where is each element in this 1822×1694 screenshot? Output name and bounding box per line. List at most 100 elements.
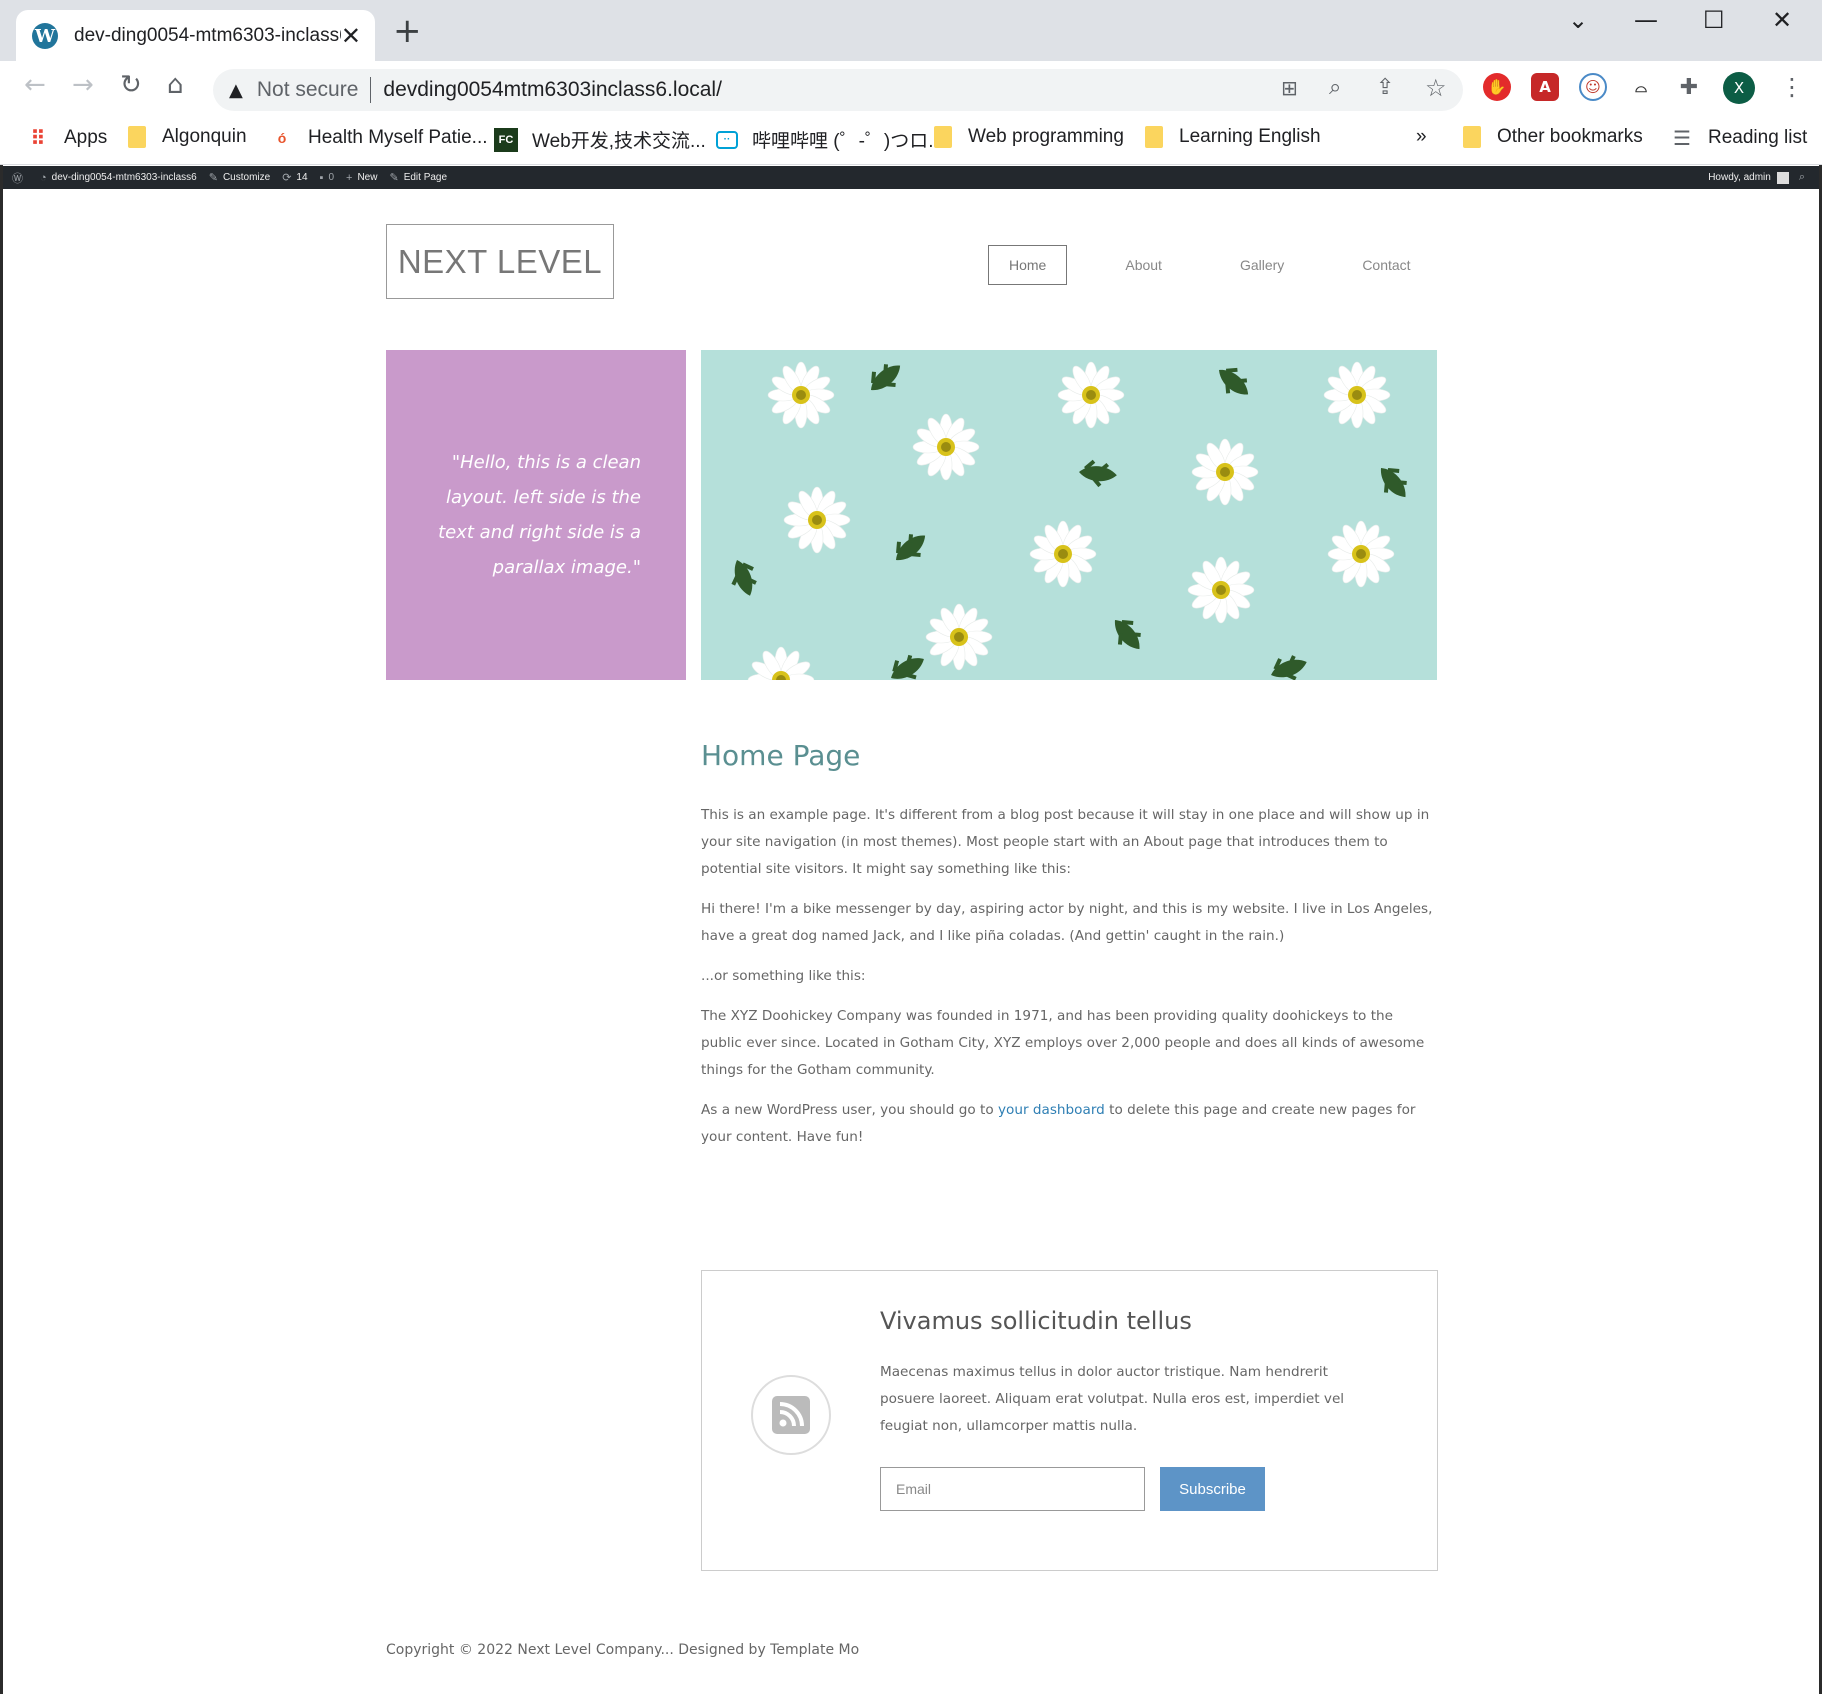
nav-contact[interactable]: Contact (1342, 245, 1430, 285)
reading-list[interactable]: ☰ Reading list (1670, 126, 1807, 150)
overflow-label: » (1416, 126, 1427, 147)
edit-page-link[interactable]: ✎ Edit Page (389, 171, 447, 184)
reload-icon[interactable]: ↻ (120, 70, 142, 100)
forward-icon[interactable]: → (72, 70, 94, 100)
tab-close-icon[interactable]: ✕ (341, 24, 361, 48)
reading-list-label: Reading list (1708, 127, 1808, 148)
content-paragraph: As a new WordPress user, you should go t… (701, 1097, 1436, 1151)
browser-tabstrip: W dev-ding0054-mtm6303-inclass6 ✕ + ⌄ — … (0, 0, 1822, 62)
rss-icon (751, 1375, 831, 1455)
back-icon[interactable]: ← (24, 70, 46, 100)
content-paragraph: Hi there! I'm a bike messenger by day, a… (701, 901, 1433, 944)
security-label[interactable]: Not secure (257, 78, 359, 102)
bookmark-label: Algonquin (162, 126, 247, 147)
site-logo[interactable]: NEXT LEVEL (386, 224, 614, 299)
edit-page-label: Edit Page (403, 172, 448, 183)
customize-label: Customize (222, 172, 271, 183)
other-bookmarks-label: Other bookmarks (1497, 126, 1643, 147)
bookmark-apps[interactable]: ⠿ Apps (26, 126, 108, 150)
address-bar[interactable]: ▲ Not secure devding0054mtm6303inclass6.… (213, 69, 1463, 111)
updates-link[interactable]: ⟳ 14 (282, 171, 307, 184)
bookmarks-bar: ⠿ Apps Algonquin ó Health Myself Patie..… (0, 118, 1822, 165)
new-content-menu[interactable]: + New (346, 172, 377, 184)
translate-icon[interactable]: ⊞ (1281, 78, 1298, 98)
bookmark-label: Apps (64, 127, 108, 148)
reading-list-icon: ☰ (1673, 127, 1691, 150)
pencil-icon: ✎ (389, 172, 399, 184)
bookmark-label: Health Myself Patie... (308, 127, 488, 148)
acrobat-icon[interactable]: A (1531, 73, 1559, 101)
bookmark-web-dev[interactable]: FC Web开发,技术交流... (494, 126, 706, 153)
bookmark-bilibili[interactable]: ·· 哔哩哔哩 (゜-゜)つロ... (716, 126, 944, 153)
page-title: Home Page (701, 739, 861, 772)
share-icon[interactable]: ⇪ (1376, 77, 1394, 99)
bilibili-icon: ·· (716, 130, 738, 149)
bookmark-star-icon[interactable]: ☆ (1425, 76, 1447, 100)
hero-parallax-image (701, 350, 1437, 680)
rss-glyph (772, 1396, 810, 1434)
updates-icon: ⟳ (282, 172, 292, 184)
bookmark-algonquin[interactable]: Algonquin (128, 126, 247, 148)
profile-avatar[interactable]: X (1723, 72, 1755, 104)
bookmark-learning-english[interactable]: Learning English (1145, 126, 1321, 148)
window-close-icon[interactable]: ✕ (1772, 6, 1792, 34)
folder-icon (934, 126, 952, 148)
site-name-menu[interactable]: ◔ dev-ding0054-mtm6303-inclass6 (40, 172, 197, 184)
new-tab-icon[interactable]: + (393, 14, 422, 48)
wordpress-icon: Ⓦ (12, 172, 23, 185)
url-text[interactable]: devding0054mtm6303inclass6.local/ (383, 78, 722, 102)
other-bookmarks[interactable]: Other bookmarks (1463, 126, 1643, 148)
nav-about[interactable]: About (1105, 245, 1182, 285)
bookmark-label: Web programming (968, 126, 1124, 147)
bookmarks-overflow-button[interactable]: » (1416, 126, 1427, 148)
fc-icon: FC (494, 127, 518, 152)
folder-icon (1145, 126, 1163, 148)
email-field[interactable] (880, 1467, 1145, 1511)
address-separator (370, 77, 372, 103)
dashboard-link[interactable]: your dashboard (998, 1102, 1105, 1118)
content-paragraph: ...or something like this: (701, 968, 866, 984)
main-nav: Home About Gallery Contact (988, 245, 1469, 285)
subscribe-widget: Vivamus sollicitudin tellus Maecenas max… (701, 1270, 1438, 1571)
comments-count: 0 (328, 172, 335, 183)
content-paragraph: This is an example page. It's different … (701, 807, 1430, 877)
text-run: As a new WordPress user, you should go t… (701, 1102, 998, 1118)
plus-icon: + (346, 171, 353, 184)
content-paragraph: The XYZ Doohickey Company was founded in… (701, 1008, 1425, 1078)
subscribe-description: Maecenas maximus tellus in dolor auctor … (880, 1364, 1345, 1434)
extension-face-icon[interactable]: ☺ (1579, 73, 1607, 101)
wp-logo-menu[interactable]: Ⓦ (12, 170, 28, 186)
bookmark-health[interactable]: ó Health Myself Patie... (270, 126, 488, 150)
tab-search-icon[interactable]: ⌄ (1568, 6, 1588, 34)
subscribe-button[interactable]: Subscribe (1160, 1467, 1265, 1511)
comment-icon: ▪ (319, 171, 324, 184)
nav-home[interactable]: Home (988, 245, 1068, 285)
howdy-account-menu[interactable]: Howdy, admin (1708, 172, 1771, 183)
adblock-icon[interactable]: ✋ (1483, 73, 1511, 101)
customize-link[interactable]: ✎ Customize (209, 171, 270, 184)
home-icon[interactable]: ⌂ (167, 70, 184, 100)
zoom-icon[interactable]: ⌕ (1329, 77, 1341, 99)
extensions-puzzle-icon[interactable]: ✚ (1675, 73, 1703, 101)
maximize-icon[interactable]: ☐ (1703, 6, 1725, 34)
nav-gallery[interactable]: Gallery (1220, 245, 1304, 285)
browser-tab[interactable]: W dev-ding0054-mtm6303-inclass6 ✕ (16, 10, 375, 62)
bookmark-web-programming[interactable]: Web programming (934, 126, 1124, 148)
avatar[interactable] (1776, 171, 1789, 184)
updates-count: 14 (296, 172, 308, 183)
site-page: NEXT LEVEL Home About Gallery Contact "H… (3, 189, 1819, 1694)
apps-grid-icon: ⠿ (30, 127, 46, 150)
menu-kebab-icon[interactable]: ⋮ (1780, 75, 1804, 99)
tab-title: dev-ding0054-mtm6303-inclass6 (74, 25, 341, 46)
warning-icon: ▲ (229, 79, 243, 101)
search-icon[interactable]: ⌕ (1799, 171, 1805, 184)
wp-admin-bar: Ⓦ ◔ dev-ding0054-mtm6303-inclass6 ✎ Cust… (0, 166, 1822, 189)
browser-toolbar: ← → ↻ ⌂ ▲ Not secure devding0054mtm6303i… (0, 61, 1822, 118)
new-label: New (357, 172, 378, 183)
site-name-label: dev-ding0054-mtm6303-inclass6 (51, 172, 197, 183)
comments-link[interactable]: ▪ 0 (320, 172, 334, 184)
sunglasses-icon[interactable]: ⌓ (1627, 73, 1655, 101)
subscribe-title: Vivamus sollicitudin tellus (880, 1307, 1192, 1335)
minimize-icon[interactable]: — (1634, 6, 1658, 34)
bookmark-label: Learning English (1179, 126, 1321, 147)
